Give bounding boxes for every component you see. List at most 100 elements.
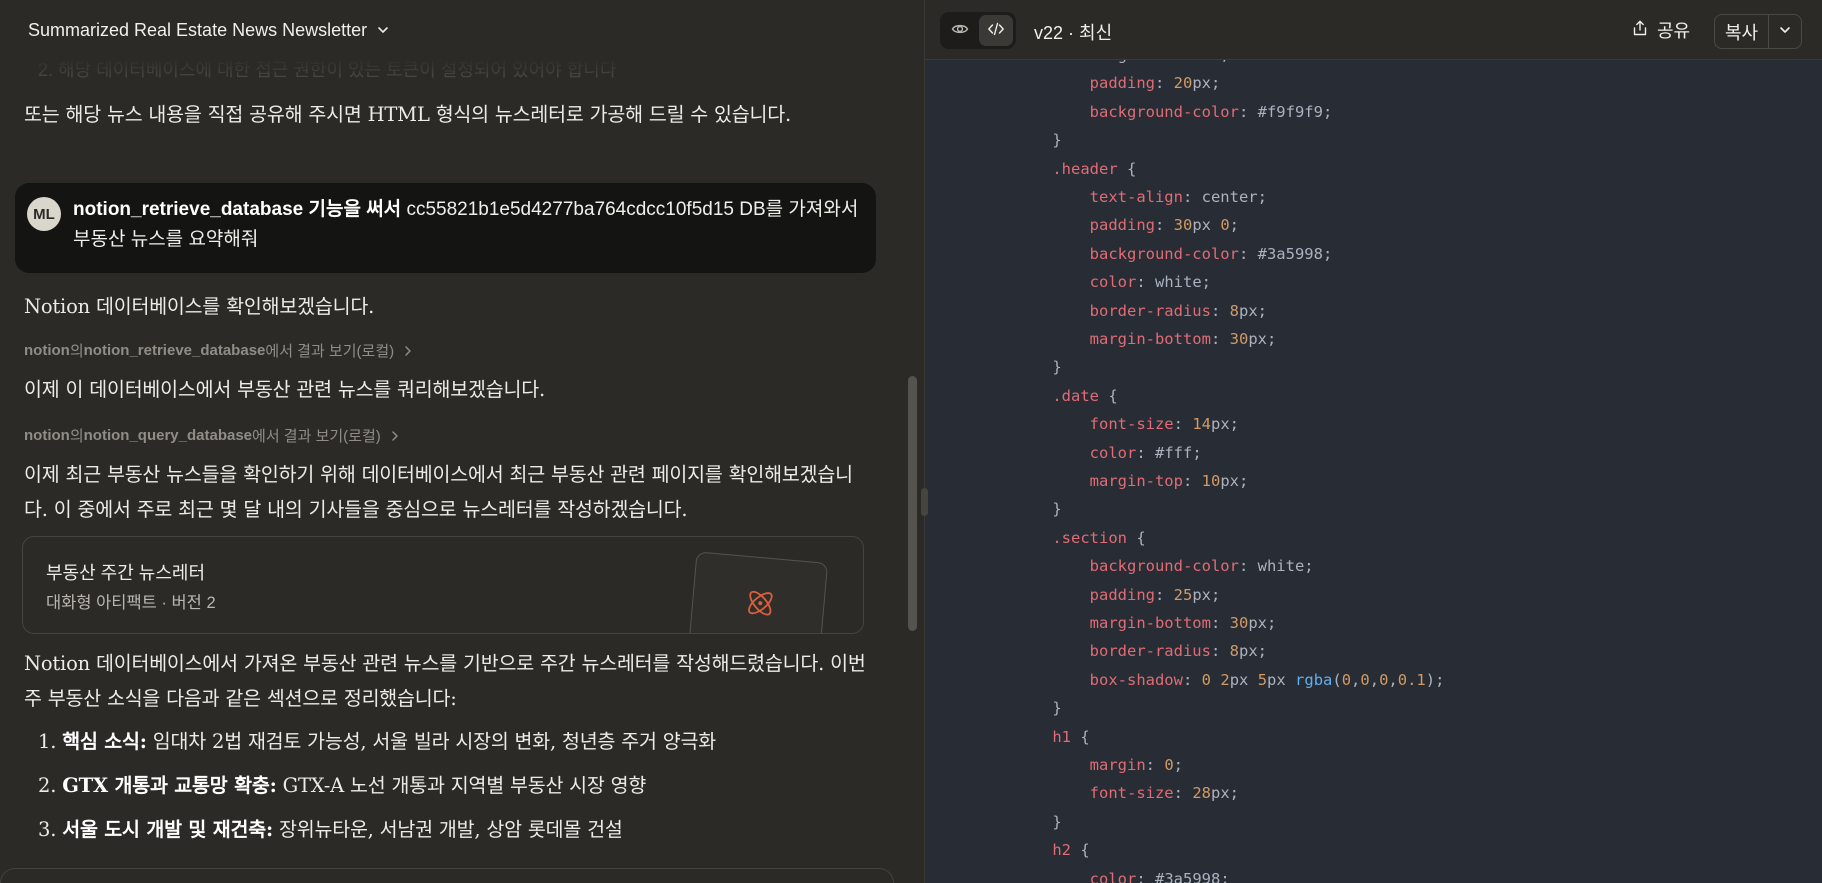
code-token: } [1015,358,1062,377]
user-message-bold: notion_retrieve_database 기능을 써서 [73,199,402,220]
code-token: margin-bottom [1015,614,1211,632]
code-token: 28 [1192,784,1211,803]
code-line: color: #3a5998; [1015,870,1230,883]
code-token: ( [1332,670,1342,689]
code-token: text-align [1015,188,1183,206]
version-label[interactable]: v22 · 최신 [1034,19,1112,45]
code-token: px [1229,670,1258,689]
code-token: : white; [1136,273,1211,292]
list-number: 2. [38,774,57,797]
code-token: px; [1192,585,1221,604]
artifact-card[interactable]: 부동산 주간 뉴스레터 대화형 아티팩트 · 버전 2 [22,536,864,634]
code-token: px; [1210,784,1239,803]
resize-handle[interactable] [921,488,928,516]
code-line: box-shadow: 0 2px 5px rgba(0,0,0,0.1); [1015,670,1445,689]
code-token: .date [1015,386,1099,405]
tool-mid: 의 [69,343,84,360]
code-view[interactable]: margin: 0 auto; padding: 20px; backgroun… [925,0,1822,883]
code-token: { [1099,386,1118,405]
code-token: 5 [1257,670,1268,689]
code-token: 8 [1229,642,1239,661]
code-token: px; [1192,74,1221,93]
tool-result-link[interactable]: notion 의 notion_query_database 에서 결과 보기(로컬… [24,425,400,446]
code-token: 0 [1220,216,1230,235]
code-token: : [1210,301,1230,320]
code-line: background-color: #f9f9f9; [1015,102,1333,121]
code-token: margin-bottom [1015,330,1211,348]
code-icon [987,20,1005,42]
code-token: : center; [1182,188,1267,206]
code-token: background-color [1015,102,1239,121]
code-button[interactable] [979,15,1013,46]
code-token: font-size [1015,415,1174,434]
tool-result-link[interactable]: notion 의 notion_retrieve_database 에서 결과 보기… [24,340,413,361]
code-token: : #3a5998; [1238,244,1333,263]
tool-source: notion [24,342,70,359]
user-message: ML notion_retrieve_database 기능을 써서 cc558… [15,183,876,273]
code-token: { [1071,727,1090,746]
code-token: px; [1220,472,1249,490]
code-token: : [1154,74,1174,93]
code-line: background-color: white; [1015,557,1314,575]
chevron-right-icon [403,345,413,357]
code-token: margin [1015,756,1146,774]
code-line: background-color: #3a5998; [1015,244,1333,263]
code-token: border-radius [1015,642,1211,661]
code-token: background-color [1015,557,1239,576]
paragraph-recent: 이제 최근 부동산 뉴스들을 확인하기 위해 데이터베이스에서 최근 부동산 관… [24,463,853,521]
list-number: 1. [38,730,57,753]
code-token: 14 [1192,415,1211,434]
code-token: color [1015,869,1137,883]
preview-button[interactable] [943,15,977,46]
code-token: padding [1015,216,1155,235]
copy-dropdown-button[interactable] [1769,15,1801,48]
code-token: px; [1248,614,1277,632]
code-token: : [1145,756,1165,774]
code-token: h2 [1015,841,1071,860]
code-token: 0 [1201,670,1211,689]
chat-input-box[interactable] [0,868,894,883]
code-line: color: #fff; [1015,444,1202,462]
chat-header: Summarized Real Estate News Newsletter [0,0,924,60]
code-token: ); [1425,670,1445,689]
code-token: { [1126,528,1146,547]
tool-source: notion [24,427,70,444]
avatar: ML [27,197,61,231]
artifact-thumbnail [687,551,829,633]
code-token: 0 [1164,756,1174,774]
code-token: rgba [1295,670,1333,689]
code-token: 0 [1360,670,1370,689]
code-line: .header { [1015,160,1136,178]
code-token: px; [1248,330,1277,348]
chat-title[interactable]: Summarized Real Estate News Newsletter [28,20,367,41]
code-line: color: white; [1015,273,1211,291]
code-line: font-size: 28px; [1015,784,1239,802]
eye-icon [951,20,969,42]
chevron-down-icon [1778,22,1792,41]
code-token: h1 [1015,727,1071,746]
code-line: padding: 25px; [1015,585,1221,604]
code-token: , [1388,670,1398,689]
list-item: 1. 핵심 소식: 임대차 2법 재검토 가능성, 서울 빌라 시장의 변화, … [38,727,716,757]
paragraph-check: Notion 데이터베이스를 확인해보겠습니다. [24,295,375,318]
chat-scrollbar[interactable] [908,376,917,631]
list-item: 3. 서울 도시 개발 및 재건축: 장위뉴타운, 서남권 개발, 상암 롯데몰… [38,815,623,845]
code-token: : [1154,216,1174,235]
artifact-card-subtitle: 대화형 아티팩트 · 버전 2 [46,594,216,612]
share-button[interactable]: 공유 [1631,14,1690,46]
copy-button[interactable]: 복사 [1715,15,1769,48]
code-token: 30 [1173,216,1193,235]
code-line: .section { [1015,528,1146,547]
artifact-toolbar: v22 · 최신 공유 복사 [925,0,1822,60]
code-token: 25 [1173,585,1193,604]
code-token: 30 [1229,330,1249,348]
code-token: { [1071,841,1090,860]
code-line: font-size: 14px; [1015,415,1239,433]
code-token: background-color [1015,244,1239,263]
chevron-down-icon[interactable] [376,23,390,37]
code-token: ; [1229,216,1240,235]
tool-suffix: 에서 결과 보기(로컬) [265,343,395,360]
list-bold: 핵심 소식: [62,730,147,753]
code-token: : #f9f9f9; [1238,102,1333,121]
